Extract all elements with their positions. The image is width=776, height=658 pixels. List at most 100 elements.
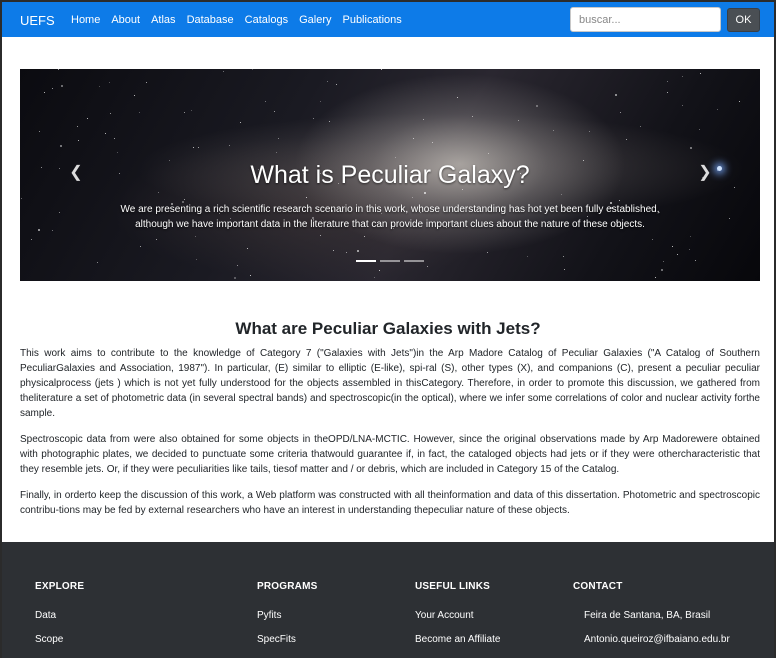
bright-star <box>717 166 722 171</box>
star-dot <box>250 275 251 276</box>
nav-link-home[interactable]: Home <box>71 14 100 26</box>
chevron-left-icon[interactable]: ❮ <box>69 165 83 181</box>
star-dot <box>729 218 730 219</box>
star-dot <box>193 147 194 148</box>
star-dot <box>327 81 328 82</box>
star-dot <box>21 198 22 199</box>
star-dot <box>734 187 735 188</box>
star-dot <box>61 85 63 87</box>
star-dot <box>156 239 157 240</box>
nav-link-publications[interactable]: Publications <box>342 14 401 26</box>
nav-link-database[interactable]: Database <box>187 14 234 26</box>
star-dot <box>105 133 106 134</box>
paragraph: Spectroscopic data from were also obtain… <box>20 434 760 475</box>
star-dot <box>60 145 62 147</box>
site-footer: EXPLORE Data Scope PROGRAMS Pyfits SpecF… <box>2 542 774 658</box>
nav-links: Home About Atlas Database Catalogs Galer… <box>71 14 413 26</box>
star-dot <box>276 152 277 153</box>
star-dot <box>381 69 382 70</box>
hero-carousel: ❮ ❯ What is Peculiar Galaxy? We are pres… <box>20 69 760 281</box>
star-dot <box>44 92 45 93</box>
star-dot <box>472 116 473 117</box>
star-dot <box>374 277 375 278</box>
footer-link-scope[interactable]: Scope <box>35 634 84 645</box>
footer-link-your-account[interactable]: Your Account <box>415 610 500 621</box>
star-dot <box>313 118 314 119</box>
nav-link-about[interactable]: About <box>111 14 140 26</box>
star-dot <box>252 69 253 70</box>
carousel-indicator[interactable] <box>380 260 400 262</box>
star-dot <box>563 256 564 257</box>
star-dot <box>320 235 321 236</box>
footer-contact-address: Feira de Santana, BA, Brasil <box>584 610 711 621</box>
footer-explore: EXPLORE Data Scope <box>35 581 84 658</box>
carousel-title: What is Peculiar Galaxy? <box>250 161 530 189</box>
star-dot <box>432 142 433 143</box>
footer-programs: PROGRAMS Pyfits SpecFits <box>257 581 318 658</box>
paragraph: This work aims to contribute to the know… <box>20 348 760 419</box>
star-dot <box>615 94 617 96</box>
star-dot <box>320 101 321 102</box>
star-dot <box>423 119 424 120</box>
star-dot <box>278 138 279 139</box>
star-dot <box>58 69 59 70</box>
search-input[interactable] <box>570 7 721 32</box>
star-dot <box>59 212 60 213</box>
star-dot <box>717 109 718 110</box>
star-dot <box>690 147 692 149</box>
carousel-indicator[interactable] <box>356 260 376 262</box>
star-dot <box>672 246 673 247</box>
footer-link-specfits[interactable]: SpecFits <box>257 634 318 645</box>
star-dot <box>661 269 663 271</box>
star-dot <box>139 112 140 113</box>
star-dot <box>198 147 199 148</box>
star-dot <box>196 259 197 260</box>
footer-useful-links: USEFUL LINKS Your Account Become an Affi… <box>415 581 500 658</box>
star-dot <box>652 239 653 240</box>
star-dot <box>191 110 192 111</box>
carousel-indicator[interactable] <box>404 260 424 262</box>
star-dot <box>690 236 691 237</box>
star-dot <box>695 260 696 261</box>
star-dot <box>265 101 266 102</box>
star-dot <box>457 97 458 98</box>
carousel-indicators <box>356 260 424 262</box>
star-dot <box>329 121 330 122</box>
chevron-right-icon[interactable]: ❯ <box>698 165 712 181</box>
star-dot <box>77 126 78 127</box>
star-dot <box>655 277 656 278</box>
article-content: This work aims to contribute to the know… <box>20 346 760 529</box>
star-dot <box>667 92 668 93</box>
star-dot <box>677 254 678 255</box>
star-dot <box>487 252 488 253</box>
star-dot <box>31 239 32 240</box>
star-dot <box>589 131 590 132</box>
star-dot <box>413 138 414 139</box>
star-dot <box>346 252 347 253</box>
star-dot <box>114 138 115 139</box>
footer-heading-explore: EXPLORE <box>35 581 85 592</box>
star-dot <box>640 126 641 127</box>
nav-link-galery[interactable]: Galery <box>299 14 331 26</box>
star-dot <box>488 153 489 154</box>
brand-logo-text[interactable]: UEFS <box>20 13 55 28</box>
nav-link-atlas[interactable]: Atlas <box>151 14 175 26</box>
star-dot <box>223 71 224 72</box>
footer-link-data[interactable]: Data <box>35 610 84 621</box>
star-dot <box>41 167 42 168</box>
footer-contact-email[interactable]: Antonio.queiroz@ifbaiano.edu.br <box>573 634 730 645</box>
star-dot <box>52 230 53 231</box>
star-dot <box>110 113 111 114</box>
nav-link-catalogs[interactable]: Catalogs <box>245 14 288 26</box>
star-dot <box>78 140 79 141</box>
star-dot <box>527 256 528 257</box>
search-ok-button[interactable]: OK <box>727 8 760 32</box>
star-dot <box>626 139 627 140</box>
star-dot <box>146 82 147 83</box>
star-dot <box>38 229 40 231</box>
footer-link-pyfits[interactable]: Pyfits <box>257 610 318 621</box>
star-dot <box>117 152 118 153</box>
footer-link-become-affiliate[interactable]: Become an Affiliate <box>415 634 500 645</box>
star-dot <box>536 105 538 107</box>
footer-contact: CONTACT Feira de Santana, BA, Brasil Ant… <box>573 581 730 658</box>
